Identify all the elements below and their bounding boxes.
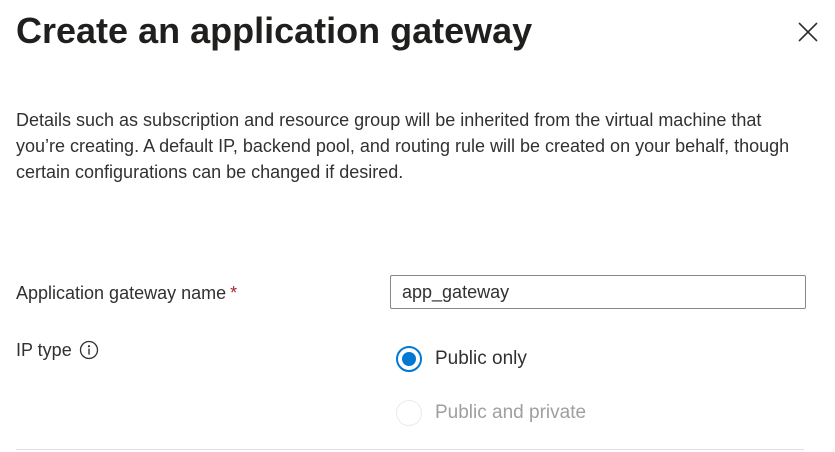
create-app-gateway-panel: Create an application gateway Details su…	[0, 0, 835, 452]
gateway-name-input[interactable]	[390, 275, 806, 309]
close-button[interactable]	[794, 18, 822, 46]
panel-title: Create an application gateway	[16, 10, 533, 51]
radio-public-only[interactable]: Public only	[396, 346, 527, 372]
radio-public-and-private-label: Public and private	[435, 402, 587, 423]
gateway-name-label-text: Application gateway name	[16, 283, 227, 303]
info-icon[interactable]	[79, 340, 99, 360]
ip-type-label: IP type	[16, 338, 99, 362]
bottom-divider	[16, 449, 804, 450]
radio-public-and-private: Public and private	[396, 400, 586, 426]
radio-public-only-label[interactable]: Public only	[435, 346, 527, 372]
close-icon	[798, 22, 818, 42]
required-marker: *	[230, 283, 238, 303]
gateway-name-label: Application gateway name *	[16, 281, 237, 305]
radio-public-only-indicator[interactable]	[396, 346, 422, 372]
ip-type-label-text: IP type	[16, 340, 72, 360]
panel-description: Details such as subscription and resourc…	[16, 110, 790, 182]
radio-public-and-private-indicator	[396, 400, 422, 426]
